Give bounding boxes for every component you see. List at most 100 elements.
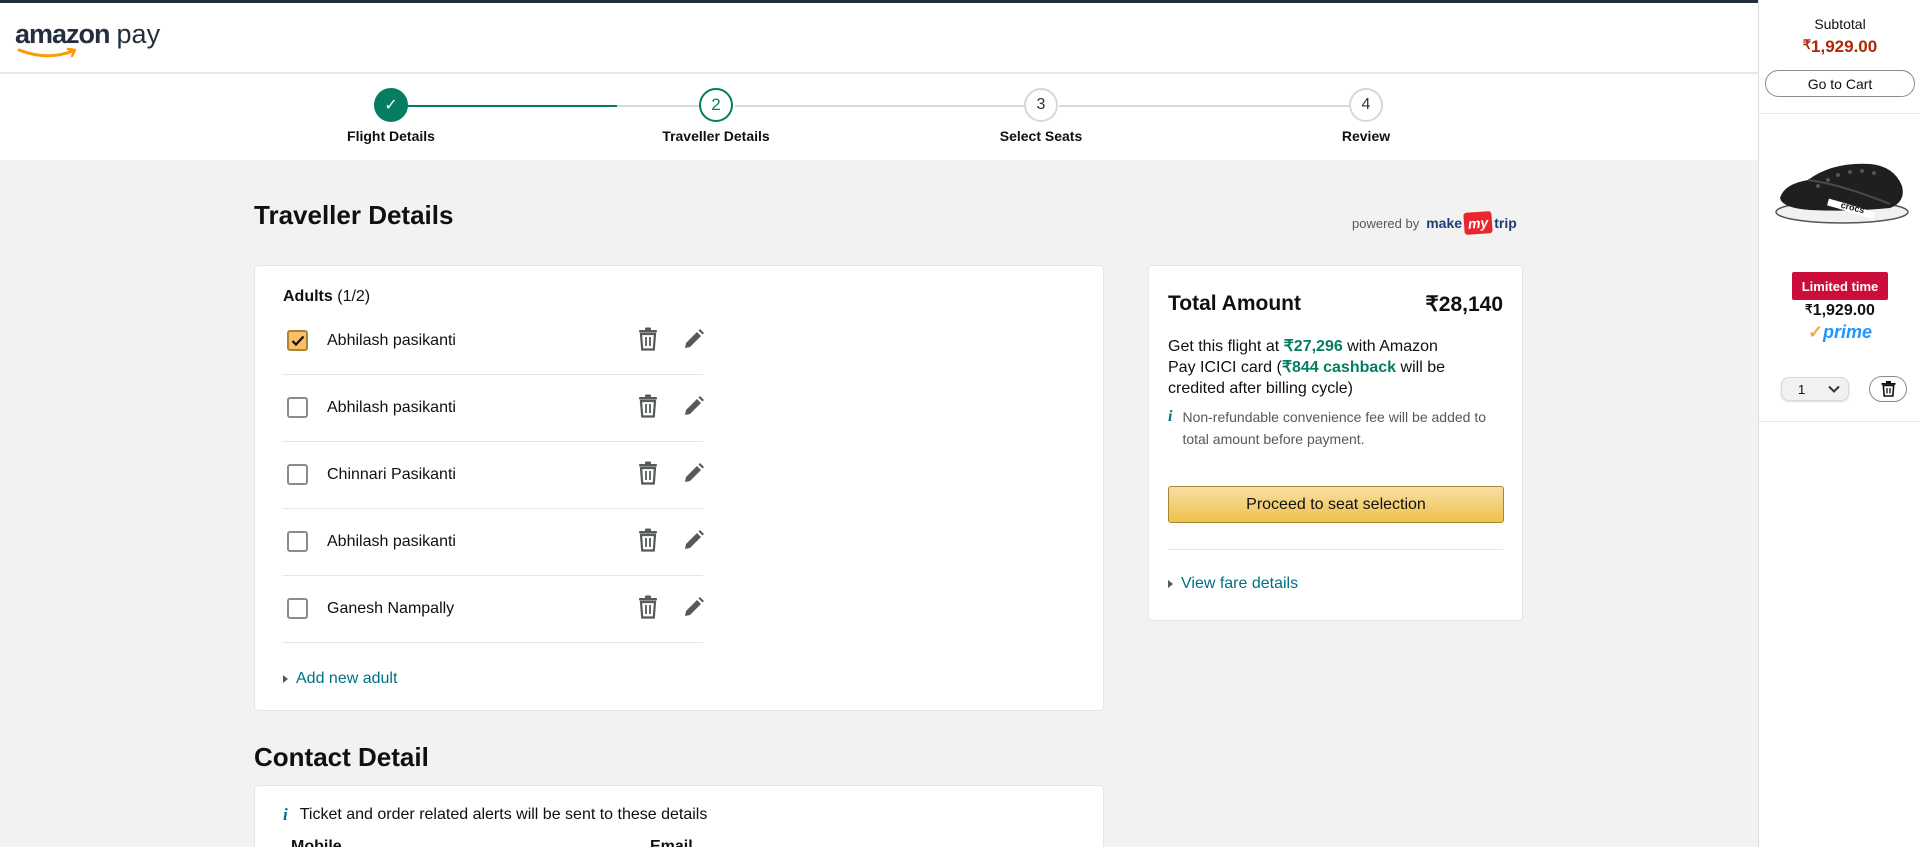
- contact-info-text: Ticket and order related alerts will be …: [299, 806, 708, 823]
- step-label: Flight Details: [347, 128, 435, 144]
- amazon-pay-logo[interactable]: amazon pay: [15, 19, 161, 58]
- traveller-row: Chinnari Pasikanti: [283, 442, 706, 509]
- edit-pencil-icon[interactable]: [682, 392, 706, 420]
- total-amount-value: ₹28,140: [1425, 293, 1503, 316]
- step-traveller-details[interactable]: 2 Traveller Details: [636, 88, 796, 144]
- divider: [1168, 549, 1503, 550]
- icici-offer-text: Get this flight at ₹27,296 with Amazon P…: [1168, 336, 1468, 399]
- step-flight-details[interactable]: ✓ Flight Details: [311, 88, 471, 144]
- divider: [1759, 113, 1920, 114]
- step-number: 3: [1024, 88, 1058, 122]
- traveller-name: Ganesh Nampally: [327, 600, 455, 617]
- adults-heading: Adults (1/2): [283, 288, 370, 306]
- mmt-make: make: [1426, 215, 1463, 231]
- quantity-value: 1: [1798, 381, 1806, 397]
- mmt-my: my: [1463, 211, 1493, 235]
- contact-detail-title: Contact Detail: [254, 742, 429, 772]
- traveller-checkbox[interactable]: [287, 464, 308, 485]
- caret-right-icon: [283, 675, 288, 683]
- limited-time-badge: Limited time: [1792, 272, 1888, 300]
- divider: [1759, 421, 1920, 422]
- view-fare-details-label: View fare details: [1181, 575, 1299, 592]
- go-to-cart-button[interactable]: Go to Cart: [1765, 70, 1915, 97]
- delete-item-button[interactable]: [1869, 376, 1907, 402]
- email-label: Email: [650, 838, 693, 847]
- offer-cashback: ₹844 cashback: [1281, 359, 1397, 376]
- traveller-checkbox[interactable]: [287, 397, 308, 418]
- item-price-amount: 1,929.00: [1812, 302, 1875, 319]
- traveller-checkbox[interactable]: [287, 598, 308, 619]
- traveller-name: Abhilash pasikanti: [327, 332, 456, 349]
- traveller-checkbox[interactable]: [287, 330, 308, 351]
- powered-by: powered by make my trip: [1352, 211, 1517, 235]
- offer-price: ₹27,296: [1283, 338, 1343, 355]
- step-review: 4 Review: [1286, 88, 1446, 144]
- adults-label: Adults: [283, 288, 333, 305]
- convenience-fee-note: i Non-refundable convenience fee will be…: [1168, 406, 1508, 450]
- adults-count: (1/2): [337, 288, 371, 305]
- traveller-row: Abhilash pasikanti: [283, 375, 706, 442]
- edit-pencil-icon[interactable]: [682, 593, 706, 621]
- logo-pay-text: pay: [116, 19, 161, 49]
- contact-info: i Ticket and order related alerts will b…: [283, 805, 707, 825]
- powered-by-label: powered by: [1352, 215, 1420, 231]
- site-header: amazon pay: [0, 3, 1758, 74]
- add-new-adult-link[interactable]: Add new adult: [283, 670, 397, 688]
- trash-icon[interactable]: [636, 325, 660, 353]
- edit-pencil-icon[interactable]: [682, 325, 706, 353]
- step-number: 4: [1349, 88, 1383, 122]
- quantity-select[interactable]: 1: [1781, 377, 1849, 401]
- trash-icon[interactable]: [636, 526, 660, 554]
- step-label: Select Seats: [999, 128, 1083, 144]
- page-title: Traveller Details: [254, 200, 454, 230]
- trash-icon[interactable]: [636, 593, 660, 621]
- total-amount-row: Total Amount ₹28,140: [1168, 292, 1503, 317]
- logo-amazon-text: amazon: [15, 19, 111, 49]
- trash-icon[interactable]: [636, 459, 660, 487]
- subtotal-label: Subtotal: [1814, 16, 1866, 32]
- trash-icon: [1881, 381, 1895, 397]
- prime-check-icon: ✓: [1807, 322, 1824, 342]
- trash-icon[interactable]: [636, 392, 660, 420]
- traveller-checkbox[interactable]: [287, 531, 308, 552]
- traveller-name: Chinnari Pasikanti: [327, 466, 456, 483]
- mobile-label: Mobile: [291, 838, 342, 847]
- total-amount-label: Total Amount: [1168, 292, 1301, 315]
- prime-text: prime: [1823, 322, 1873, 342]
- info-icon: i: [1168, 408, 1173, 425]
- currency-symbol: ₹: [1805, 302, 1813, 316]
- mmt-trip: trip: [1494, 215, 1517, 231]
- prime-logo: ✓prime: [1759, 322, 1920, 343]
- price-summary-card: Total Amount ₹28,140 Get this flight at …: [1148, 265, 1523, 621]
- edit-pencil-icon[interactable]: [682, 459, 706, 487]
- info-icon: i: [283, 805, 288, 824]
- step-label: Traveller Details: [662, 128, 770, 144]
- traveller-row: Abhilash pasikanti: [283, 308, 706, 375]
- fee-note-text: Non-refundable convenience fee will be a…: [1182, 409, 1486, 447]
- item-price: ₹1,929.00: [1759, 302, 1920, 320]
- subtotal-value: ₹1,929.00: [1759, 37, 1920, 57]
- edit-pencil-icon[interactable]: [682, 526, 706, 554]
- makemytrip-logo: make my trip: [1426, 211, 1517, 235]
- chevron-down-icon: [1828, 385, 1840, 393]
- caret-right-icon: [1168, 580, 1173, 588]
- step-select-seats: 3 Select Seats: [961, 88, 1121, 144]
- proceed-to-seat-selection-button[interactable]: Proceed to seat selection: [1168, 486, 1504, 523]
- add-new-adult-label: Add new adult: [296, 670, 398, 687]
- traveller-row: Ganesh Nampally: [283, 576, 706, 643]
- cart-side-rail: Subtotal ₹1,929.00 Go to Cart crocs Limi…: [1758, 0, 1920, 847]
- step-label: Review: [1341, 128, 1391, 144]
- view-fare-details-link[interactable]: View fare details: [1168, 575, 1298, 593]
- step-number: 2: [699, 88, 733, 122]
- traveller-row: Abhilash pasikanti: [283, 509, 706, 576]
- crocs-slide-product-image[interactable]: crocs: [1770, 150, 1910, 230]
- traveller-card: Adults (1/2) Abhilash pasikanti Abhilash…: [254, 265, 1104, 711]
- traveller-name: Abhilash pasikanti: [327, 533, 456, 550]
- check-icon: ✓: [374, 88, 408, 122]
- checkmark-icon: [291, 335, 304, 346]
- traveller-name: Abhilash pasikanti: [327, 399, 456, 416]
- smile-arrow-icon: [17, 47, 77, 58]
- offer-prefix: Get this flight at: [1168, 338, 1280, 355]
- subtotal-amount: 1,929.00: [1811, 37, 1878, 56]
- booking-stepper: ✓ Flight Details 2 Traveller Details 3 S…: [0, 74, 1758, 160]
